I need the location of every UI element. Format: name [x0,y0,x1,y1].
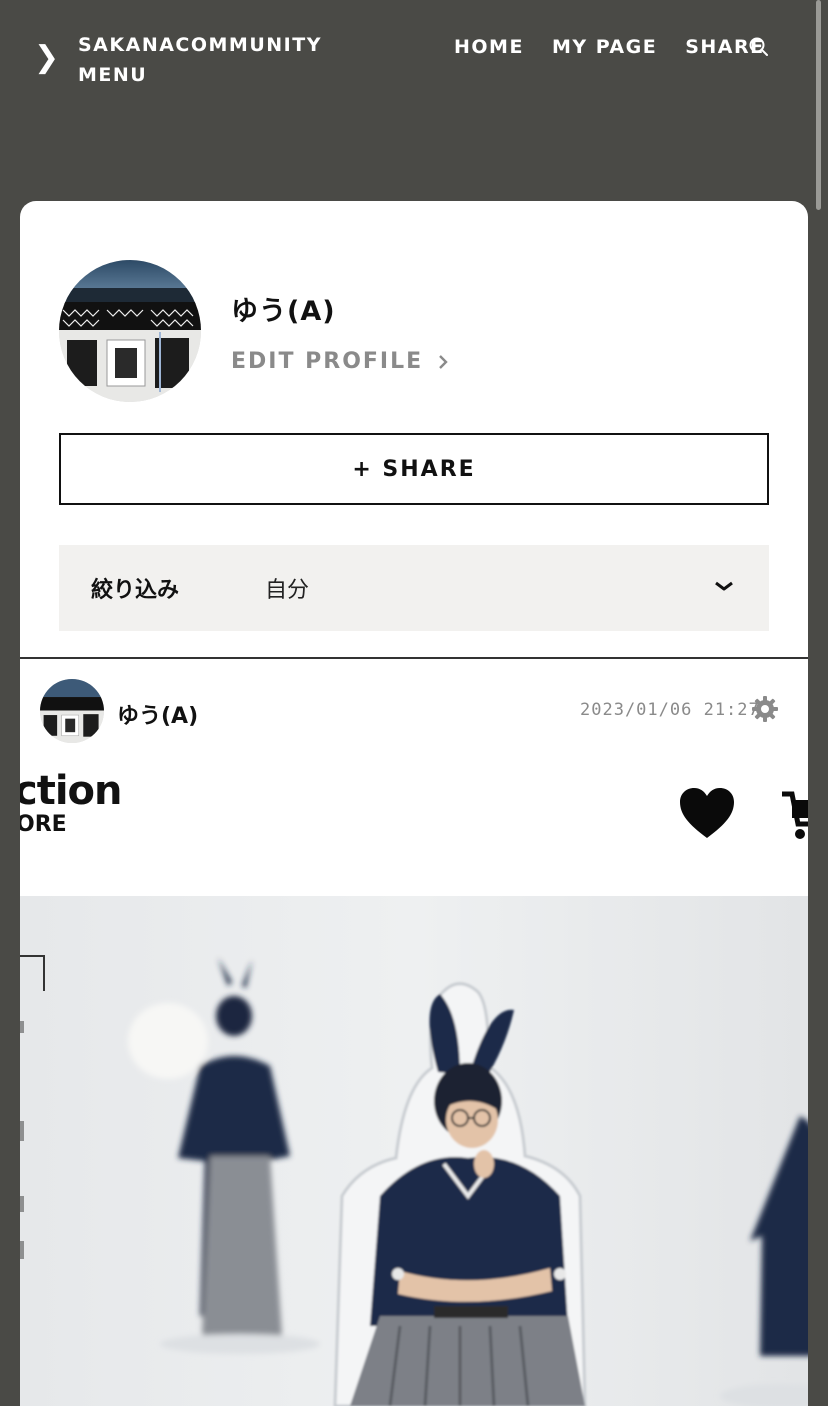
edit-profile-label: EDIT PROFILE [231,349,424,374]
filter-value: 自分 [265,578,310,603]
nav-my-page[interactable]: MY PAGE [552,36,657,58]
filter-select[interactable]: 絞り込み 自分 [59,545,769,631]
post-author-name[interactable]: ゆう(A) [117,698,198,730]
avatar-image [40,679,104,743]
gear-icon[interactable] [750,694,780,724]
profile-card: ゆう(A) EDIT PROFILE + SHARE 絞り込み 自分 ゆう(A)… [20,201,808,1406]
shop-logo-subtext: ORE [20,812,67,837]
shop-logo-text: ction [20,768,122,814]
profile-avatar[interactable] [59,260,201,402]
post-author-avatar[interactable] [40,679,104,743]
search-icon[interactable] [748,36,770,58]
top-nav: HOME MY PAGE SHARE [454,34,793,60]
shop-header-strip: ction ORE [20,756,808,896]
edit-profile-link[interactable]: EDIT PROFILE [231,349,449,374]
chevron-down-icon [715,581,733,591]
site-menu-button[interactable]: SAKANACOMMUNITY MENU [78,30,338,90]
menu-label: MENU [78,64,148,86]
avatar-image [59,260,201,402]
product-photo [20,896,808,1406]
section-divider [20,657,808,659]
heart-icon [680,788,734,838]
cart-icon [782,791,808,839]
app-page: ❯ SAKANACOMMUNITY MENU HOME MY PAGE SHAR… [0,0,828,1406]
brand-title: SAKANACOMMUNITY [78,34,322,56]
page-scrollbar[interactable] [816,0,821,210]
menu-chevron-icon[interactable]: ❯ [34,38,64,78]
post-timestamp: 2023/01/06 21:27 [580,700,760,720]
filter-label: 絞り込み [91,578,180,603]
chevron-right-icon [439,354,448,369]
post-image[interactable]: ction ORE [20,756,808,1406]
profile-name: ゆう(A) [231,296,336,327]
nav-home[interactable]: HOME [454,36,524,58]
share-button[interactable]: + SHARE [59,433,769,505]
